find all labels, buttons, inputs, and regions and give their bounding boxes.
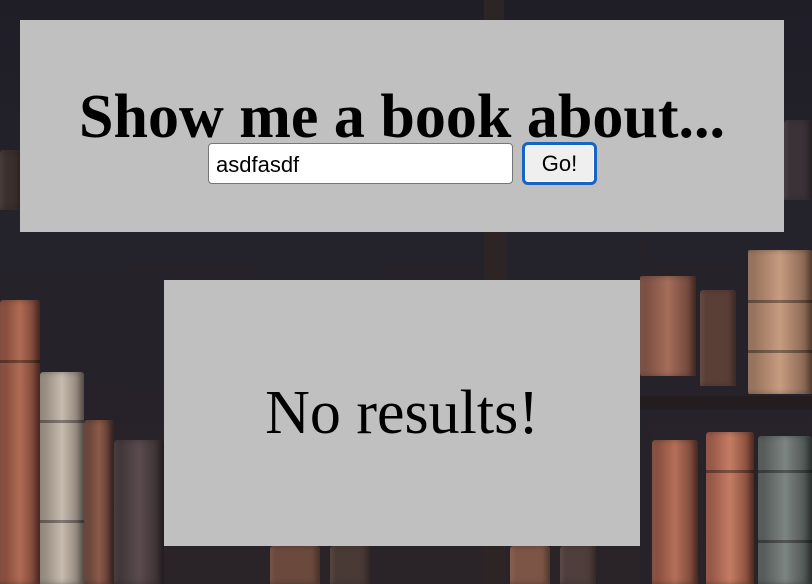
background-book [510,546,550,584]
background-book-band [758,540,812,543]
search-header-panel: Show me a book about... Go! [20,20,784,232]
background-book [652,440,698,584]
go-button[interactable]: Go! [522,142,597,185]
background-book-band [748,300,812,303]
background-book [0,150,22,210]
background-book [0,300,40,584]
background-book [560,546,596,584]
no-results-message: No results! [265,379,539,447]
background-book [784,120,812,200]
background-book [270,546,320,584]
search-input[interactable] [208,143,513,184]
background-book [748,250,812,394]
background-book [706,432,754,584]
background-book [84,420,114,584]
background-book [40,372,84,584]
background-book-band [40,420,84,423]
background-book-band [40,520,84,523]
background-book [330,546,370,584]
background-book [758,436,812,584]
page-title: Show me a book about... [79,83,725,151]
background-book [640,276,696,376]
background-shelf [640,396,812,410]
background-shelf-post [484,0,504,20]
background-book [700,290,736,386]
background-book-band [748,350,812,353]
background-book [114,440,164,584]
background-book-band [758,470,812,473]
results-panel: No results! [164,280,640,546]
background-book-band [706,470,754,473]
background-book-band [0,360,40,363]
search-form: Go! [208,142,597,185]
